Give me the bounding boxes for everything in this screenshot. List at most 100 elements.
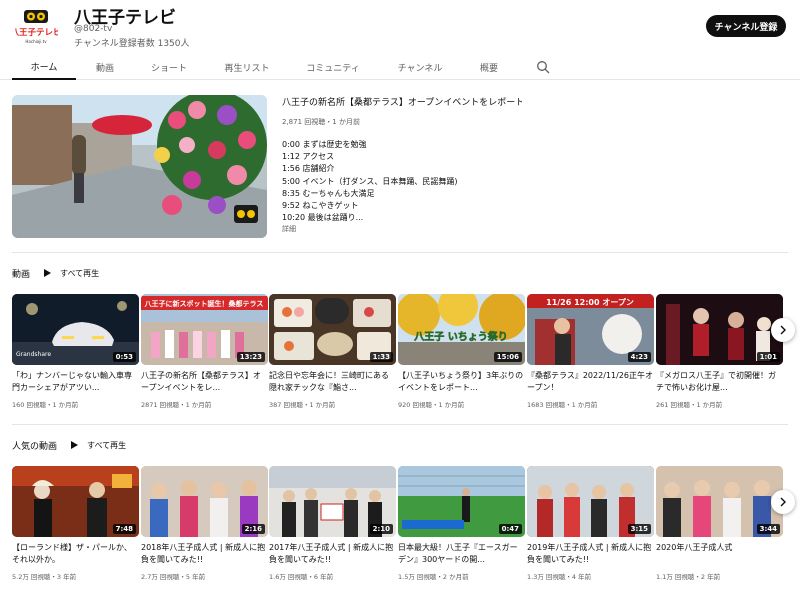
video-title[interactable]: 2019年八王子成人式 | 新成人に抱負を聞いてみた!! <box>527 542 654 566</box>
logo-subtext: Hachioji.tv <box>25 39 47 44</box>
video-card[interactable]: 11/26 12:00 オープン 4:23 『桑都テラス』2022/11/26正… <box>527 294 654 409</box>
chapter-item[interactable]: 9:52 ねこやきゲット <box>282 200 457 212</box>
video-title[interactable]: 『メガロス八王子』で初開催！ガチで怖いお化け屋... <box>656 370 783 394</box>
video-thumbnail[interactable]: 2:10 <box>269 466 396 537</box>
shelf-title[interactable]: 動画 <box>12 267 30 280</box>
video-card[interactable]: 0:47 日本最大級！八王子『エースガーデン』300ヤードの開... 1.5万 … <box>398 466 525 581</box>
video-title[interactable]: 2018年八王子成人式 | 新成人に抱負を聞いてみた!! <box>141 542 268 566</box>
video-meta: 1.5万 回視聴・2 か月前 <box>398 573 469 581</box>
video-meta: 1.1万 回視聴・2 年前 <box>656 573 721 581</box>
video-duration: 2:16 <box>241 524 265 534</box>
tab-channels[interactable]: チャンネル <box>395 54 445 80</box>
video-duration: 0:47 <box>498 524 522 534</box>
video-thumbnail[interactable]: 1:01 <box>656 294 783 365</box>
video-title[interactable]: 「わ」ナンバーじゃない輸入車専門カーシェアがアツい... <box>12 370 139 394</box>
video-title[interactable]: 八王子の新名所【桑都テラス】オープンイベントをレ... <box>141 370 268 394</box>
thumbnail-caption: 八王子に新スポット誕生！桑都テラス <box>144 299 264 308</box>
video-duration: 7:48 <box>112 524 136 534</box>
video-thumbnail[interactable]: 3:15 <box>527 466 654 537</box>
video-card[interactable]: Grandshare 0:53 「わ」ナンバーじゃない輸入車専門カーシェアがアツ… <box>12 294 139 409</box>
video-card[interactable]: 八王子 いちょう祭り 15:06 【八王子いちょう祭り】3年ぶりのイベントをレポ… <box>398 294 525 409</box>
divider <box>12 252 788 253</box>
subscriber-count: チャンネル登録者数 1350人 <box>74 39 190 49</box>
tab-about[interactable]: 概要 <box>476 54 502 80</box>
video-duration: 4:23 <box>627 352 651 362</box>
video-duration: 15:06 <box>493 352 522 362</box>
video-duration: 1:33 <box>369 352 393 362</box>
video-title[interactable]: 日本最大級！八王子『エースガーデン』300ヤードの開... <box>398 542 525 566</box>
video-thumbnail[interactable]: 1:33 <box>269 294 396 365</box>
video-thumbnail[interactable]: 2:16 <box>141 466 268 537</box>
video-meta: 920 回視聴・1 か月前 <box>398 401 465 409</box>
video-thumbnail[interactable]: 八王子 いちょう祭り 15:06 <box>398 294 525 365</box>
video-thumbnail[interactable]: 八王子に新スポット誕生！桑都テラス 13:23 <box>141 294 268 365</box>
chevron-right-icon <box>780 325 786 335</box>
video-card[interactable]: 八王子に新スポット誕生！桑都テラス 13:23 八王子の新名所【桑都テラス】オー… <box>141 294 268 409</box>
logo-text: 八王子テレビ <box>14 27 58 38</box>
video-card[interactable]: 2:16 2018年八王子成人式 | 新成人に抱負を聞いてみた!! 2.7万 回… <box>141 466 268 581</box>
tab-shorts[interactable]: ショート <box>148 54 190 80</box>
play-all-button[interactable]: すべて再生 <box>44 268 99 279</box>
video-thumbnail[interactable]: 11/26 12:00 オープン 4:23 <box>527 294 654 365</box>
channel-logo[interactable]: 八王子テレビ Hachioji.tv <box>14 8 58 46</box>
video-card[interactable]: 1:01 『メガロス八王子』で初開催！ガチで怖いお化け屋... 261 回視聴・… <box>656 294 783 409</box>
subscribe-button[interactable]: チャンネル登録 <box>706 15 786 37</box>
play-all-button[interactable]: すべて再生 <box>71 440 126 451</box>
featured-video-title[interactable]: 八王子の新名所【桑都テラス】オープンイベントをレポート... <box>282 95 522 108</box>
video-meta: 5.2万 回視聴・3 年前 <box>12 573 77 581</box>
video-card[interactable]: 7:48 【ローランド様】ザ・パールか、それ以外か。 5.2万 回視聴・3 年前 <box>12 466 139 581</box>
divider <box>12 424 788 425</box>
shelf-next-button[interactable] <box>771 318 795 342</box>
shelf-header-videos: 動画 すべて再生 <box>12 265 99 281</box>
video-title[interactable]: 記念日や忘年会に！三崎町にある隠れ家チックな『鮨さ... <box>269 370 396 394</box>
chapter-item[interactable]: 1:56 店舗紹介 <box>282 163 457 175</box>
chapter-item[interactable]: 0:00 まずは歴史を勉強 <box>282 139 457 151</box>
video-title[interactable]: 2017年八王子成人式 | 新成人に抱負を聞いてみた!! <box>269 542 396 566</box>
video-meta: 387 回視聴・1 か月前 <box>269 401 336 409</box>
video-card[interactable]: 1:33 記念日や忘年会に！三崎町にある隠れ家チックな『鮨さ... 387 回視… <box>269 294 396 409</box>
more-link[interactable]: 詳細 <box>282 224 296 234</box>
chapter-item[interactable]: 10:20 最後は盆踊り... <box>282 212 457 224</box>
tab-community[interactable]: コミュニティ <box>303 54 363 80</box>
video-duration: 1:01 <box>756 352 780 362</box>
play-icon <box>71 441 79 449</box>
featured-video-thumbnail[interactable] <box>12 95 267 238</box>
video-thumbnail[interactable]: 3:44 <box>656 466 783 537</box>
video-title[interactable]: 『桑都テラス』2022/11/26正午オープン！ <box>527 370 654 394</box>
tab-videos[interactable]: 動画 <box>88 54 122 80</box>
video-title[interactable]: 【ローランド様】ザ・パールか、それ以外か。 <box>12 542 139 566</box>
video-title[interactable]: 2020年八王子成人式 <box>656 542 783 566</box>
chevron-right-icon <box>780 497 786 507</box>
video-duration: 3:15 <box>627 524 651 534</box>
video-thumbnail[interactable]: 0:47 <box>398 466 525 537</box>
thumbnail-caption: 11/26 12:00 オープン <box>546 297 634 307</box>
video-card[interactable]: 3:15 2019年八王子成人式 | 新成人に抱負を聞いてみた!! 1.3万 回… <box>527 466 654 581</box>
video-meta: 1683 回視聴・1 か月前 <box>527 401 598 409</box>
video-duration: 0:53 <box>112 352 136 362</box>
shelf-next-button[interactable] <box>771 490 795 514</box>
video-thumbnail[interactable]: 7:48 <box>12 466 139 537</box>
chapter-item[interactable]: 8:35 むーちゃんも大満足 <box>282 188 457 200</box>
search-icon[interactable] <box>536 60 550 74</box>
chapter-item[interactable]: 5:00 イベント（打ダンス、日本舞踊、民謡舞踊) <box>282 176 457 188</box>
video-thumbnail[interactable]: Grandshare 0:53 <box>12 294 139 365</box>
tab-home[interactable]: ホーム <box>12 54 76 80</box>
play-all-label: すべて再生 <box>87 440 127 450</box>
shelf-title[interactable]: 人気の動画 <box>12 439 57 452</box>
video-title[interactable]: 【八王子いちょう祭り】3年ぶりのイベントをレポート... <box>398 370 525 394</box>
thumbnail-caption: Grandshare <box>16 351 51 358</box>
channel-tabs: ホーム 動画 ショート 再生リスト コミュニティ チャンネル 概要 <box>0 54 800 80</box>
video-meta: 2871 回視聴・1 か月前 <box>141 401 212 409</box>
video-meta: 160 回視聴・1 か月前 <box>12 401 79 409</box>
thumbnail-caption: 八王子 いちょう祭り <box>413 330 507 343</box>
tab-playlists[interactable]: 再生リスト <box>222 54 272 80</box>
chapter-item[interactable]: 1:12 アクセス <box>282 151 457 163</box>
video-card[interactable]: 2:10 2017年八王子成人式 | 新成人に抱負を聞いてみた!! 1.6万 回… <box>269 466 396 581</box>
video-duration: 3:44 <box>756 524 780 534</box>
video-meta: 261 回視聴・1 か月前 <box>656 401 723 409</box>
video-card[interactable]: 3:44 2020年八王子成人式 1.1万 回視聴・2 年前 <box>656 466 783 581</box>
video-meta: 1.6万 回視聴・6 年前 <box>269 573 334 581</box>
featured-video-chapters: 0:00 まずは歴史を勉強 1:12 アクセス 1:56 店舗紹介 5:00 イ… <box>282 139 457 224</box>
video-duration: 2:10 <box>369 524 393 534</box>
video-meta: 2.7万 回視聴・5 年前 <box>141 573 206 581</box>
